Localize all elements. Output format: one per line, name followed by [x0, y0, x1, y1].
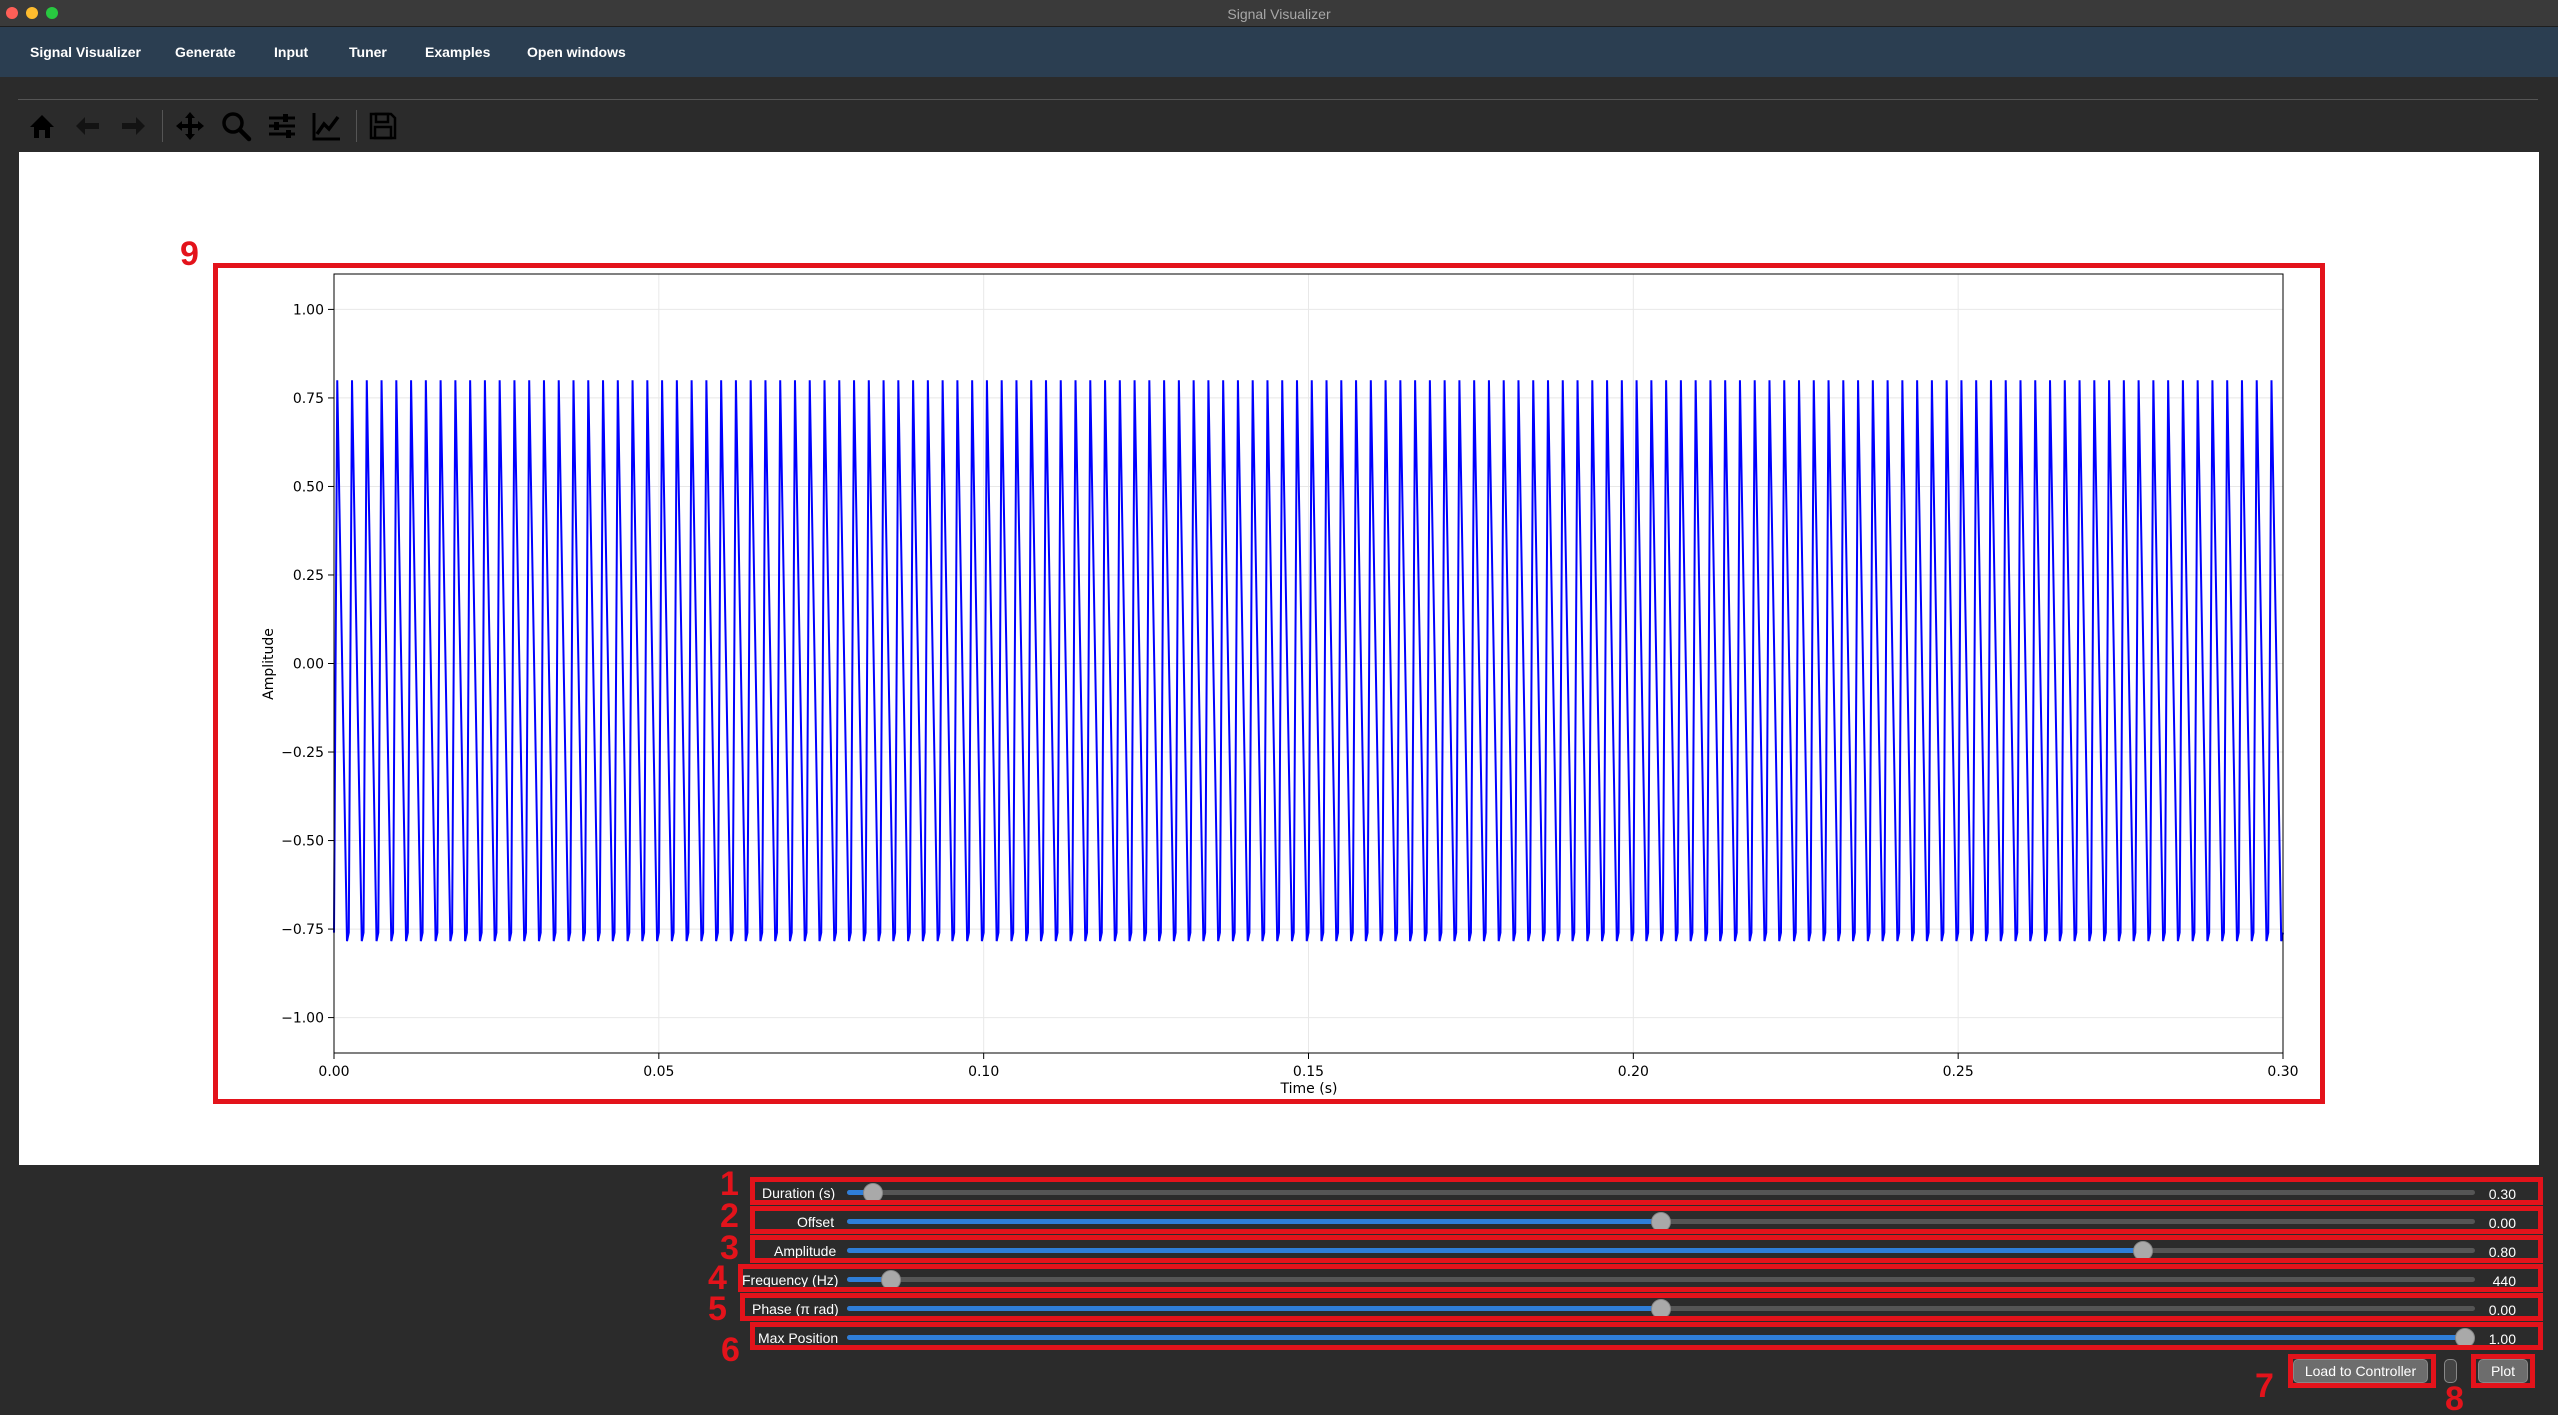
- zoom-magnifier-icon: [222, 112, 252, 142]
- annotation-box-3: [750, 1235, 2543, 1263]
- annotation-box-7: [2288, 1354, 2436, 1388]
- forward-arrow-icon: [122, 117, 145, 135]
- toolbar-divider: [162, 110, 163, 142]
- annotation-box-2: [750, 1206, 2543, 1234]
- annotation-box-5: [740, 1293, 2543, 1321]
- annotation-label-8: 8: [2445, 1380, 2464, 1415]
- annotation-label-9: 9: [180, 235, 199, 273]
- save-disk-icon: [369, 112, 397, 140]
- menu-tuner[interactable]: Tuner: [349, 44, 387, 60]
- annotation-box-4: [738, 1264, 2543, 1292]
- pan-button[interactable]: [170, 106, 210, 146]
- edit-axes-icon: [312, 113, 340, 141]
- zoom-button[interactable]: [216, 106, 256, 146]
- forward-button[interactable]: [113, 106, 153, 146]
- annotation-box-8: [2471, 1354, 2535, 1388]
- plot-toolbar: [0, 100, 2558, 152]
- title-bar: Signal Visualizer: [0, 0, 2558, 27]
- configure-subplots-icon: [269, 114, 295, 138]
- home-icon: [30, 115, 54, 138]
- menu-signal-visualizer[interactable]: Signal Visualizer: [30, 44, 141, 60]
- toolbar-divider: [356, 110, 357, 142]
- back-button[interactable]: [68, 106, 108, 146]
- annotation-label-2: 2: [720, 1197, 739, 1235]
- annotation-label-5: 5: [708, 1290, 727, 1328]
- annotation-box-9: [213, 263, 2325, 1104]
- configure-subplots-button[interactable]: [262, 106, 302, 146]
- window-title: Signal Visualizer: [1227, 6, 1331, 22]
- menu-bar: Signal Visualizer Generate Input Tuner E…: [0, 27, 2558, 77]
- menu-input[interactable]: Input: [274, 44, 308, 60]
- save-button[interactable]: [363, 106, 403, 146]
- annotation-box-1: [750, 1177, 2543, 1205]
- home-button[interactable]: [22, 106, 62, 146]
- annotation-label-7: 7: [2255, 1367, 2274, 1405]
- edit-axes-button[interactable]: [307, 106, 347, 146]
- back-arrow-icon: [76, 117, 99, 135]
- annotation-label-1: 1: [720, 1165, 739, 1203]
- menu-examples[interactable]: Examples: [425, 44, 490, 60]
- menu-open-windows[interactable]: Open windows: [527, 44, 626, 60]
- annotation-box-6: [750, 1322, 2543, 1350]
- menu-generate[interactable]: Generate: [175, 44, 236, 60]
- annotation-label-6: 6: [721, 1331, 740, 1369]
- pan-move-icon: [176, 112, 204, 140]
